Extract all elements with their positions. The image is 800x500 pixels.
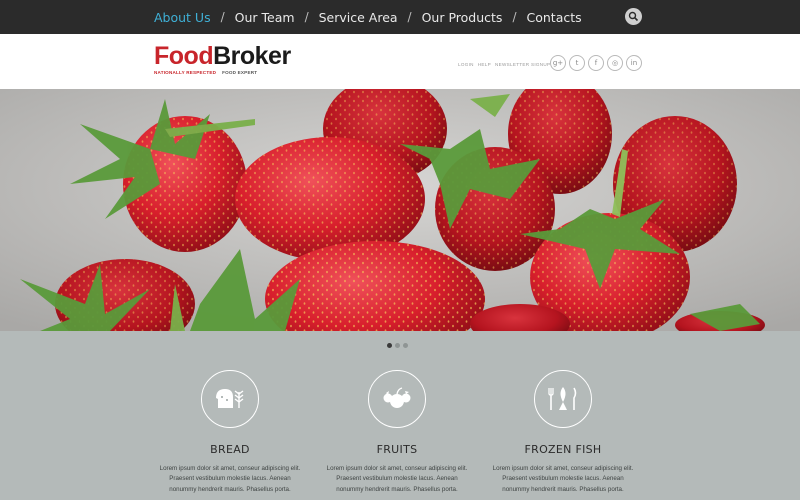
search-icon xyxy=(628,11,639,22)
feature-title: FRUITS xyxy=(376,443,418,456)
tagline-secondary: FOOD EXPERT xyxy=(222,70,258,75)
nav-about-us[interactable]: About Us xyxy=(154,10,211,25)
logo-food-text: Food xyxy=(154,42,214,70)
site-logo[interactable]: FoodBroker NATIONALLY RESPECTED FOOD EXP… xyxy=(154,43,291,75)
nav-separator: / xyxy=(304,10,309,24)
feature-description: Lorem ipsum dolor sit amet, conseur adip… xyxy=(159,465,301,493)
search-button[interactable] xyxy=(625,8,642,25)
fruits-icon xyxy=(383,387,411,408)
nav-separator: / xyxy=(220,10,225,24)
nav-our-team[interactable]: Our Team xyxy=(235,10,295,25)
login-link[interactable]: LOGIN xyxy=(458,62,474,67)
social-links: g+ t f ◎ in xyxy=(550,55,642,71)
logo-broker-text: Broker xyxy=(213,42,291,70)
nav-contacts[interactable]: Contacts xyxy=(527,10,582,25)
nav-our-products[interactable]: Our Products xyxy=(422,10,503,25)
nav-separator: / xyxy=(512,10,517,24)
slider-pagination xyxy=(387,343,408,348)
feature-title: FROZEN FISH xyxy=(524,443,602,456)
fish-icon xyxy=(548,387,577,410)
feature-title: BREAD xyxy=(210,443,250,456)
logo-tagline: NATIONALLY RESPECTED FOOD EXPERT xyxy=(154,70,291,75)
nav-service-area[interactable]: Service Area xyxy=(319,10,398,25)
google-plus-icon[interactable]: g+ xyxy=(550,55,566,71)
slider-dot-1[interactable] xyxy=(387,343,392,348)
feature-frozen-fish: FROZEN FISH Lorem ipsum dolor sit amet, … xyxy=(488,370,638,495)
feature-fruits: FRUITS Lorem ipsum dolor sit amet, conse… xyxy=(322,370,472,495)
hero-slider[interactable] xyxy=(0,89,800,331)
feature-description: Lorem ipsum dolor sit amet, conseur adip… xyxy=(492,465,634,493)
tagline-primary: NATIONALLY RESPECTED xyxy=(154,70,217,75)
nav-separator: / xyxy=(407,10,412,24)
bread-icon xyxy=(216,389,244,408)
top-navigation-bar: About Us / Our Team / Service Area / Our… xyxy=(0,0,800,34)
main-menu: About Us / Our Team / Service Area / Our… xyxy=(154,0,582,34)
slider-dot-3[interactable] xyxy=(403,343,408,348)
feature-icon-circle[interactable] xyxy=(368,370,426,428)
help-link[interactable]: HELP xyxy=(478,62,491,67)
utility-links: LOGIN HELP NEWSLETTER SIGNUP xyxy=(458,62,550,67)
site-header: FoodBroker NATIONALLY RESPECTED FOOD EXP… xyxy=(0,34,800,89)
feature-icon-circle[interactable] xyxy=(201,370,259,428)
instagram-icon[interactable]: ◎ xyxy=(607,55,623,71)
feature-bread: BREAD Lorem ipsum dolor sit amet, conseu… xyxy=(155,370,305,495)
newsletter-signup-link[interactable]: NEWSLETTER SIGNUP xyxy=(495,62,550,67)
strawberries-image xyxy=(0,89,800,331)
feature-icon-circle[interactable] xyxy=(534,370,592,428)
twitter-icon[interactable]: t xyxy=(569,55,585,71)
facebook-icon[interactable]: f xyxy=(588,55,604,71)
feature-description: Lorem ipsum dolor sit amet, conseur adip… xyxy=(326,465,468,493)
slider-dot-2[interactable] xyxy=(395,343,400,348)
linkedin-icon[interactable]: in xyxy=(626,55,642,71)
logo-wordmark: FoodBroker xyxy=(154,43,291,69)
